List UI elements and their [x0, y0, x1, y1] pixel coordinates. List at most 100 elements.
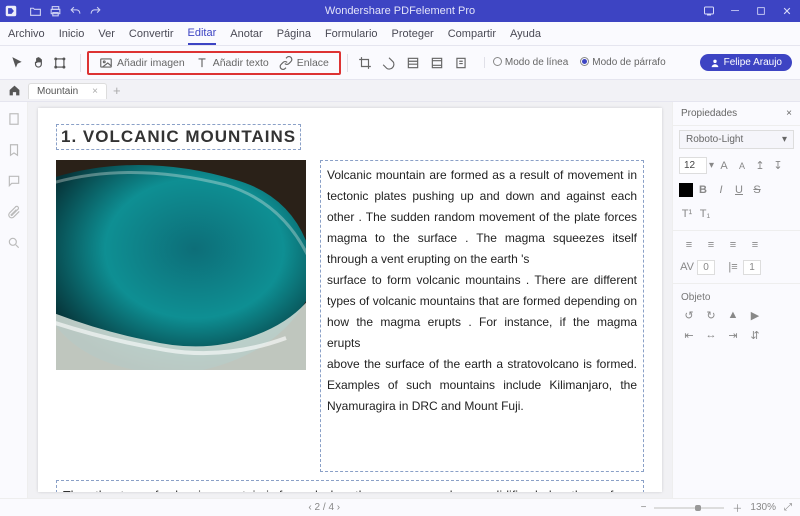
new-tab-button[interactable]: + [113, 83, 121, 98]
left-sidebar [0, 102, 28, 498]
page-heading[interactable]: 1. VOLCANIC MOUNTAINS [56, 124, 301, 150]
align-left-icon[interactable]: ≡ [681, 237, 697, 253]
image-icon [99, 56, 113, 70]
window-title: Wondershare PDFelement Pro [325, 5, 475, 17]
document-tab-bar: Mountain × + [0, 80, 800, 102]
document-tab[interactable]: Mountain × [28, 83, 107, 99]
zoom-level[interactable]: 130% [750, 502, 776, 513]
strike-button[interactable]: S [749, 182, 765, 198]
menu-pagina[interactable]: Página [277, 28, 311, 40]
page-indicator[interactable]: ‹ 2 / 4 › [308, 502, 340, 513]
subscript-icon[interactable]: ↧ [770, 158, 786, 174]
pdf-page: 1. VOLCANIC MOUNTAINS [38, 108, 662, 492]
zoom-out-icon[interactable]: − [641, 502, 647, 513]
superscript-icon[interactable]: ↥ [752, 158, 768, 174]
prev-page-icon[interactable]: ‹ [308, 502, 311, 513]
menu-anotar[interactable]: Anotar [230, 28, 262, 40]
zoom-slider[interactable] [654, 507, 724, 509]
menu-proteger[interactable]: Proteger [392, 28, 434, 40]
background-icon[interactable] [404, 54, 422, 72]
text-block-right[interactable]: Volcanic mountain are formed as a result… [320, 160, 644, 472]
align-obj-left-icon[interactable]: ⇤ [681, 327, 697, 343]
thumbnails-icon[interactable] [7, 112, 21, 129]
crop-icon[interactable] [356, 54, 374, 72]
font-size-input[interactable]: 12 [679, 157, 707, 174]
document-canvas[interactable]: 1. VOLCANIC MOUNTAINS [28, 102, 672, 498]
underline-button[interactable]: U [731, 182, 747, 198]
select-tool-icon[interactable] [8, 54, 26, 72]
menu-convertir[interactable]: Convertir [129, 28, 174, 40]
add-image-button[interactable]: Añadir imagen [99, 56, 185, 70]
app-logo [0, 4, 22, 18]
align-obj-center-icon[interactable]: ↔ [703, 327, 719, 343]
grow-font-icon[interactable]: A [716, 158, 732, 174]
redo-icon[interactable] [86, 2, 104, 20]
header-footer-icon[interactable] [428, 54, 446, 72]
subscript2-icon[interactable]: T₁ [697, 206, 713, 222]
edit-object-icon[interactable] [52, 54, 70, 72]
properties-title: Propiedades [681, 108, 737, 119]
flip-v-icon[interactable]: ▲ [725, 307, 741, 323]
document-image[interactable] [56, 160, 306, 370]
line-spacing-input[interactable]: 1 [743, 260, 761, 275]
rotate-ccw-icon[interactable]: ↺ [681, 307, 697, 323]
menu-bar: Archivo Inicio Ver Convertir Editar Anot… [0, 22, 800, 46]
close-icon[interactable]: ✕ [774, 0, 800, 22]
align-obj-right-icon[interactable]: ⇥ [725, 327, 741, 343]
print-icon[interactable] [46, 2, 64, 20]
line-spacing-icon: |≡ [725, 259, 741, 275]
align-center-icon[interactable]: ≡ [703, 237, 719, 253]
align-right-icon[interactable]: ≡ [725, 237, 741, 253]
distribute-icon[interactable]: ⇵ [747, 327, 763, 343]
properties-panel: Propiedades × Roboto-Light ▾ 12 ▾ A A ↥ … [672, 102, 800, 498]
close-tab-icon[interactable]: × [92, 86, 98, 97]
undo-icon[interactable] [66, 2, 84, 20]
feedback-icon[interactable] [696, 0, 722, 22]
chevron-down-icon[interactable]: ▾ [709, 160, 714, 171]
menu-inicio[interactable]: Inicio [59, 28, 85, 40]
zoom-in-icon[interactable]: ＋ [732, 500, 742, 515]
bates-icon[interactable] [452, 54, 470, 72]
superscript2-icon[interactable]: T¹ [679, 206, 695, 222]
fit-width-icon[interactable]: ⤢ [784, 502, 792, 513]
link-button[interactable]: Enlace [279, 56, 329, 70]
menu-compartir[interactable]: Compartir [448, 28, 496, 40]
attachments-icon[interactable] [7, 205, 21, 222]
object-section-label: Objeto [673, 288, 800, 305]
menu-editar[interactable]: Editar [188, 27, 217, 45]
open-icon[interactable] [26, 2, 44, 20]
char-spacing-icon: AV [679, 259, 695, 275]
bookmarks-icon[interactable] [7, 143, 21, 160]
user-icon [710, 58, 720, 68]
text-block-bottom[interactable]: The other type of volcanic mountain is f… [56, 480, 644, 492]
rotate-cw-icon[interactable]: ↻ [703, 307, 719, 323]
home-icon[interactable] [6, 83, 22, 99]
font-color-swatch[interactable] [679, 183, 693, 197]
close-panel-icon[interactable]: × [786, 108, 792, 119]
next-page-icon[interactable]: › [337, 502, 340, 513]
char-spacing-input[interactable]: 0 [697, 260, 715, 275]
search-icon[interactable] [7, 236, 21, 253]
menu-ayuda[interactable]: Ayuda [510, 28, 541, 40]
bold-button[interactable]: B [695, 182, 711, 198]
watermark-icon[interactable] [380, 54, 398, 72]
shrink-font-icon[interactable]: A [734, 158, 750, 174]
user-account-button[interactable]: Felipe Araujo [700, 54, 792, 71]
align-justify-icon[interactable]: ≡ [747, 237, 763, 253]
add-text-button[interactable]: Añadir texto [195, 56, 269, 70]
menu-formulario[interactable]: Formulario [325, 28, 378, 40]
hand-tool-icon[interactable] [30, 54, 48, 72]
menu-ver[interactable]: Ver [98, 28, 115, 40]
minimize-icon[interactable]: ─ [722, 0, 748, 22]
flip-h-icon[interactable]: ▶ [747, 307, 763, 323]
menu-archivo[interactable]: Archivo [8, 28, 45, 40]
status-bar: ‹ 2 / 4 › − ＋ 130% ⤢ [0, 498, 800, 516]
font-family-select[interactable]: Roboto-Light ▾ [679, 130, 794, 149]
comments-icon[interactable] [7, 174, 21, 191]
mode-line-radio[interactable]: Modo de línea [493, 57, 568, 68]
italic-button[interactable]: I [713, 182, 729, 198]
mode-paragraph-radio[interactable]: Modo de párrafo [580, 57, 665, 68]
edit-toolbar: Añadir imagen Añadir texto Enlace Modo d… [0, 46, 800, 80]
link-icon [279, 56, 293, 70]
maximize-icon[interactable] [748, 0, 774, 22]
